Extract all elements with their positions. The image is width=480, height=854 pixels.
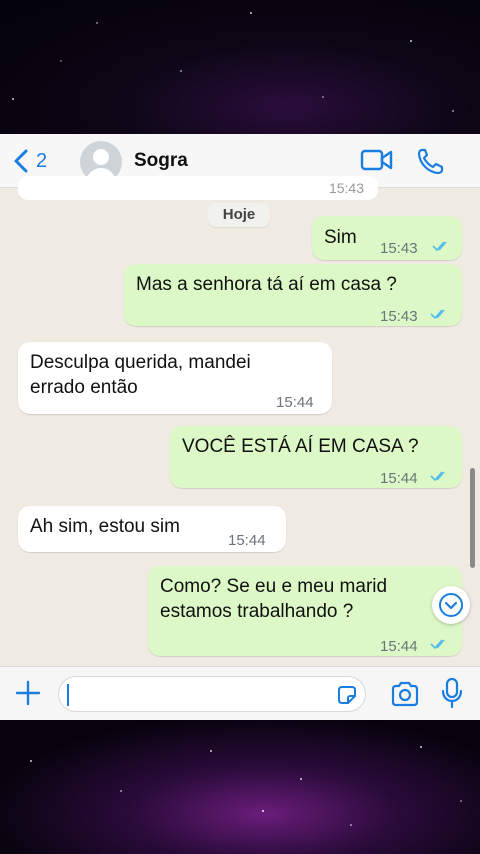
chevron-left-icon (14, 149, 28, 173)
chevron-down-icon (439, 593, 463, 617)
message-text: Mas a senhora tá aí em casa ? (136, 274, 397, 295)
composer-bar (0, 666, 480, 720)
background-bottom-starfield (0, 720, 480, 854)
background-top-starfield (0, 0, 480, 134)
previous-message-stub: 15:43 (18, 176, 378, 200)
avatar-placeholder-icon (93, 149, 109, 165)
message-text: Ah sim, estou sim (30, 516, 180, 537)
scroll-to-bottom-button[interactable] (432, 586, 470, 624)
voice-message-button[interactable] (440, 677, 464, 714)
plus-icon (15, 680, 41, 706)
video-call-button[interactable] (360, 147, 394, 178)
message-time: 15:44 (380, 638, 418, 655)
voice-call-button[interactable] (416, 147, 446, 180)
double-check-icon (430, 639, 445, 650)
incoming-message[interactable]: Desculpa querida, mandei errado então 15… (18, 342, 332, 414)
date-separator: Hoje (208, 203, 270, 227)
video-camera-icon (360, 149, 393, 171)
scrollbar-thumb[interactable] (470, 468, 475, 568)
attach-button[interactable] (14, 679, 42, 712)
outgoing-message[interactable]: Mas a senhora tá aí em casa ? 15:43 (124, 264, 462, 326)
outgoing-message[interactable]: Sim 15:43 (312, 216, 462, 260)
unread-count: 2 (36, 149, 48, 172)
message-time: 15:43 (380, 240, 418, 257)
message-text: Desculpa querida, mandei errado então (30, 352, 251, 398)
text-caret (67, 684, 69, 706)
message-time: 15:44 (228, 532, 266, 549)
message-text: VOCÊ ESTÁ AÍ EM CASA ? (182, 436, 419, 457)
contact-name[interactable]: Sogra (134, 150, 188, 172)
microphone-icon (441, 677, 463, 709)
message-time: 15:43 (380, 308, 418, 325)
chat-screen: 2 Sogra 15:43 Hoje Sim 15:43 Mas a senho… (0, 134, 480, 720)
message-list[interactable]: 15:43 Hoje Sim 15:43 Mas a senhora tá aí… (0, 176, 480, 666)
message-time: 15:44 (380, 470, 418, 487)
message-text: Sim (324, 227, 357, 248)
camera-button[interactable] (390, 681, 420, 712)
phone-icon (417, 148, 444, 175)
message-input[interactable] (58, 676, 366, 712)
message-time: 15:44 (276, 394, 314, 411)
double-check-icon (432, 241, 447, 252)
incoming-message[interactable]: Ah sim, estou sim 15:44 (18, 506, 286, 552)
previous-message-time: 15:43 (328, 180, 364, 196)
double-check-icon (430, 471, 445, 482)
back-button[interactable]: 2 (12, 148, 47, 174)
camera-icon (391, 681, 419, 707)
outgoing-message[interactable]: VOCÊ ESTÁ AÍ EM CASA ? 15:44 (170, 426, 462, 488)
double-check-icon (430, 309, 445, 320)
sticker-button[interactable] (335, 683, 359, 712)
sticker-icon (338, 686, 356, 704)
message-text: Como? Se eu e meu marid estamos trabalha… (160, 576, 388, 622)
outgoing-message[interactable]: Como? Se eu e meu marid estamos trabalha… (148, 566, 462, 656)
